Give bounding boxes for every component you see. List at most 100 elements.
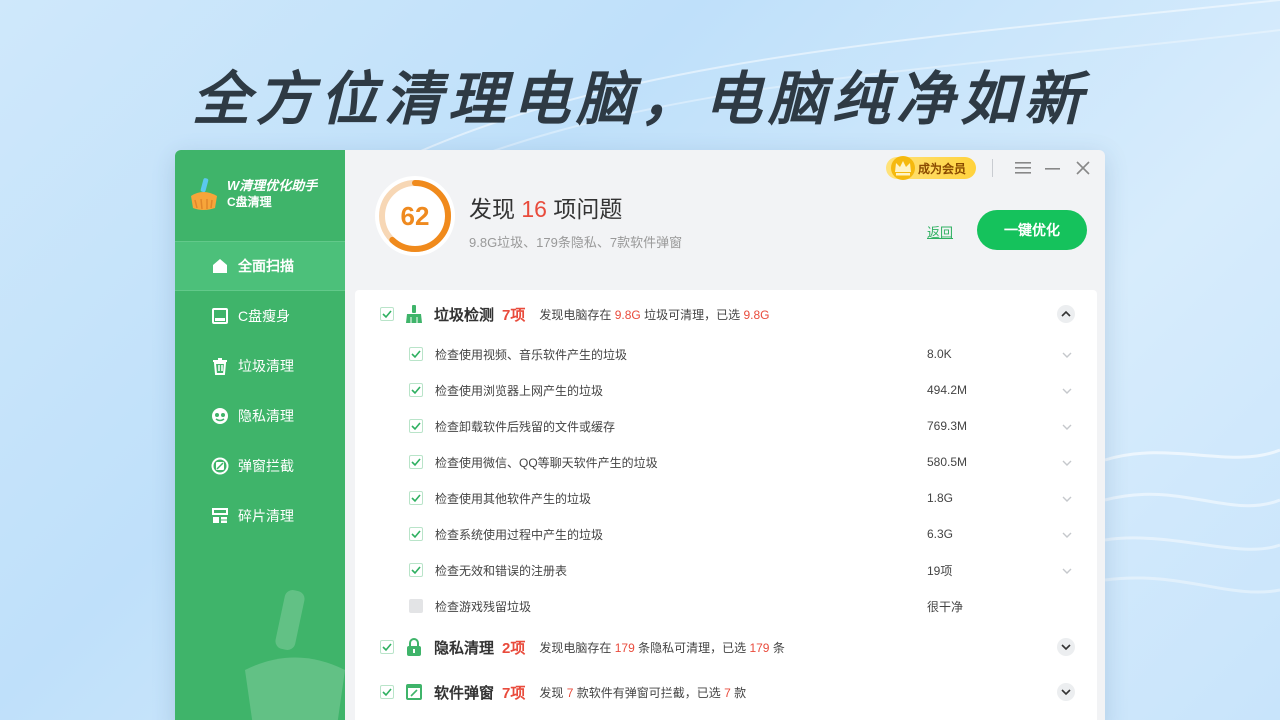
item-expand-button[interactable] (1061, 384, 1073, 396)
chevron-down-icon (1062, 352, 1072, 358)
junk-item-row[interactable]: 检查无效和错误的注册表 19项 (355, 552, 1097, 588)
item-size: 很干净 (927, 599, 964, 614)
item-size: 19项 (927, 563, 953, 578)
desc-text: 条隐私可清理，已选 (638, 640, 747, 655)
item-checkbox[interactable] (409, 347, 423, 361)
app-name: W清理优化助手 (227, 178, 318, 193)
chevron-down-icon (1062, 460, 1072, 466)
hero-title: 全方位清理电脑，电脑纯净如新 (191, 65, 1088, 133)
trash-icon (211, 357, 229, 375)
chevron-up-icon (1061, 310, 1071, 317)
item-expand-button[interactable] (1061, 492, 1073, 504)
desc-selected: 179 (749, 640, 770, 655)
item-checkbox[interactable] (409, 455, 423, 469)
broom-logo-icon (191, 178, 217, 210)
item-checkbox[interactable] (409, 383, 423, 397)
checkmark-icon (411, 530, 421, 539)
item-expand-button[interactable] (1061, 528, 1073, 540)
category-name: 软件弹窗 (434, 684, 495, 702)
checkmark-icon (382, 643, 392, 652)
category-description: 发现电脑存在 179 条隐私可清理，已选 179 条 (539, 639, 784, 656)
desc-value: 7 (566, 685, 574, 700)
desc-value: 179 (614, 640, 635, 655)
junk-item-row[interactable]: 检查系统使用过程中产生的垃圾 6.3G (355, 516, 1097, 552)
desc-text: 发现 (539, 685, 564, 700)
category-checkbox[interactable] (380, 640, 394, 654)
checkmark-icon (411, 422, 421, 431)
category-checkbox[interactable] (380, 685, 394, 699)
sidebar-nav: 全面扫描 C盘瘦身 垃圾清理 隐私清理 弹窗拦截 碎片清理 (175, 241, 345, 541)
item-expand-button[interactable] (1061, 456, 1073, 468)
sidebar-item-label: 全面扫描 (238, 258, 294, 274)
item-expand-button[interactable] (1061, 420, 1073, 432)
item-expand-button[interactable] (1061, 564, 1073, 576)
item-label: 检查使用其他软件产生的垃圾 (435, 491, 592, 506)
junk-item-row[interactable]: 检查使用浏览器上网产生的垃圾 494.2M (355, 372, 1097, 408)
desc-text: 垃圾可清理，已选 (644, 307, 741, 322)
issue-count: 16 (521, 196, 547, 222)
category-name: 隐私清理 (434, 639, 495, 657)
app-subtitle: C盘清理 (227, 195, 272, 209)
sidebar-item-fragment-clean[interactable]: 碎片清理 (175, 491, 345, 541)
chevron-down-icon (1062, 568, 1072, 574)
item-checkbox[interactable] (409, 491, 423, 505)
sidebar-item-privacy-clean[interactable]: 隐私清理 (175, 391, 345, 441)
sidebar-item-label: 垃圾清理 (238, 358, 294, 374)
category-name: 垃圾检测 (434, 306, 495, 324)
item-expand-button[interactable] (1061, 348, 1073, 360)
desc-text: 发现电脑存在 (539, 640, 612, 655)
privacy-icon (211, 407, 229, 425)
menu-button[interactable] (1013, 158, 1033, 178)
checkmark-icon (382, 688, 392, 697)
junk-item-row[interactable]: 检查游戏残留垃圾 很干净 (355, 588, 1097, 624)
item-size: 580.5M (927, 455, 968, 469)
checkmark-icon (411, 566, 421, 575)
item-label: 检查系统使用过程中产生的垃圾 (435, 527, 604, 542)
collapse-button[interactable] (1057, 305, 1075, 323)
desc-value: 9.8G (614, 307, 641, 322)
disk-icon (211, 307, 229, 325)
item-label: 检查使用浏览器上网产生的垃圾 (435, 383, 604, 398)
crown-icon (890, 156, 915, 180)
junk-item-row[interactable]: 检查使用视频、音乐软件产生的垃圾 8.0K (355, 336, 1097, 372)
sidebar-item-c-drive-slim[interactable]: C盘瘦身 (175, 291, 345, 341)
item-checkbox[interactable] (409, 599, 423, 613)
sidebar-item-junk-clean[interactable]: 垃圾清理 (175, 341, 345, 391)
expand-button[interactable] (1057, 638, 1075, 656)
junk-item-row[interactable]: 检查使用其他软件产生的垃圾 1.8G (355, 480, 1097, 516)
summary-title: 发现 16 项问题 (469, 190, 622, 224)
sidebar-item-label: 隐私清理 (238, 408, 294, 424)
one-click-optimize-button[interactable]: 一键优化 (977, 210, 1087, 250)
back-link[interactable]: 返回 (927, 222, 953, 241)
main-content: 成为会员 62 发现 16 项问题 9.8G垃圾、179条隐私、7款软件弹窗 返… (345, 150, 1105, 720)
checkmark-icon (411, 386, 421, 395)
summary-title-prefix: 发现 (469, 196, 515, 222)
minimize-button[interactable] (1043, 158, 1063, 178)
item-label: 检查使用微信、QQ等聊天软件产生的垃圾 (435, 455, 658, 470)
chevron-down-icon (1062, 388, 1072, 394)
vip-button[interactable]: 成为会员 (885, 156, 976, 180)
desc-selected: 9.8G (743, 307, 770, 322)
junk-item-row[interactable]: 检查卸载软件后残留的文件或缓存 769.3M (355, 408, 1097, 444)
category-row-popups[interactable]: 软件弹窗 7项 发现 7 款软件有弹窗可拦截，已选 7 款 (355, 670, 1097, 714)
chevron-down-icon (1061, 689, 1071, 696)
close-button[interactable] (1073, 158, 1093, 178)
sidebar-item-popup-block[interactable]: 弹窗拦截 (175, 441, 345, 491)
item-checkbox[interactable] (409, 419, 423, 433)
item-checkbox[interactable] (409, 527, 423, 541)
app-window: W清理优化助手 C盘清理 全面扫描 C盘瘦身 垃圾清理 隐私清理 弹窗拦截 碎片… (175, 150, 1105, 720)
checkmark-icon (382, 310, 392, 319)
category-row-privacy[interactable]: 隐私清理 2项 发现电脑存在 179 条隐私可清理，已选 179 条 (355, 625, 1097, 669)
item-label: 检查游戏残留垃圾 (435, 599, 532, 614)
category-checkbox[interactable] (380, 307, 394, 321)
sidebar: W清理优化助手 C盘清理 全面扫描 C盘瘦身 垃圾清理 隐私清理 弹窗拦截 碎片… (175, 150, 345, 720)
sidebar-item-full-scan[interactable]: 全面扫描 (175, 241, 345, 291)
desc-text: 发现电脑存在 (539, 307, 612, 322)
item-size: 6.3G (927, 527, 954, 541)
expand-button[interactable] (1057, 683, 1075, 701)
junk-item-row[interactable]: 检查使用微信、QQ等聊天软件产生的垃圾 580.5M (355, 444, 1097, 480)
category-row-junk[interactable]: 垃圾检测 7项 发现电脑存在 9.8G 垃圾可清理，已选 9.8G (355, 292, 1097, 336)
desc-text: 款软件有弹窗可拦截，已选 (576, 685, 721, 700)
summary-subtitle: 9.8G垃圾、179条隐私、7款软件弹窗 (469, 235, 683, 250)
item-checkbox[interactable] (409, 563, 423, 577)
